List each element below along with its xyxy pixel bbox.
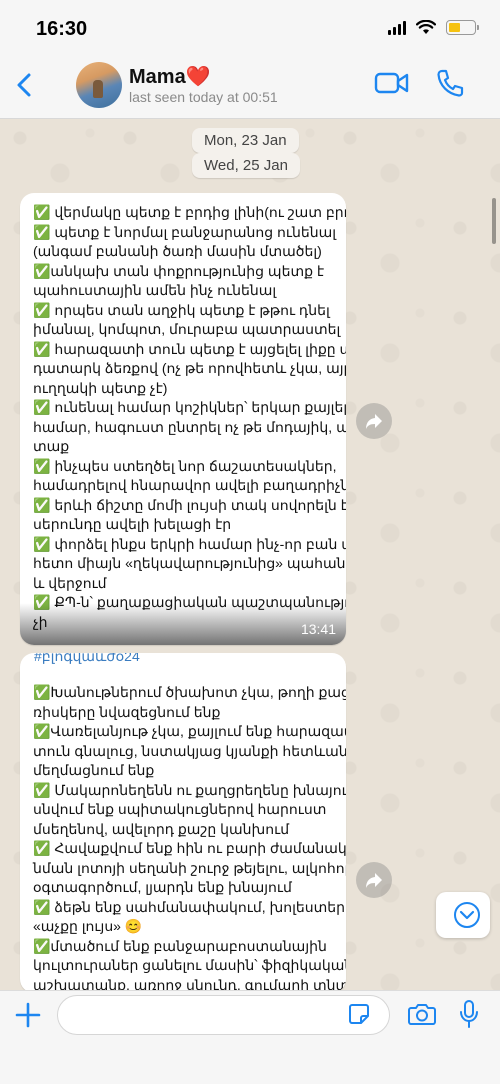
message-line: ✅Վառելանյութ չկա, քայլում ենք հարազատներ…	[33, 723, 346, 739]
message-line: հետո միայն «ղեկավարությունից» պահանջել	[33, 555, 346, 571]
message-line: օգտագործում, լյարդն ենք խնայում	[33, 879, 292, 895]
message-line: տաք	[33, 438, 70, 454]
message-line: ✅ որպես տան աղջիկ պետք է թթու դնել	[33, 301, 330, 318]
battery-icon	[446, 20, 479, 35]
message-line: համադրելով հնարավոր ավելի բաղադրիչները	[33, 477, 346, 493]
message-text: ✅ վերմակը պետք է բրդից լինի(ու շատ բրդից…	[20, 193, 346, 645]
message-line: (անգամ բանանի ծառի մասին մտածել)	[33, 243, 322, 259]
date-separator: Mon, 23 Jan	[192, 128, 299, 153]
message-line: ✅ վերմակը պետք է բրդից լինի(ու շատ բրդից…	[33, 204, 346, 220]
image-preview-overlay	[20, 603, 346, 645]
forward-icon	[366, 414, 382, 429]
message-input[interactable]	[57, 995, 390, 1035]
avatar[interactable]	[76, 62, 122, 108]
message-line: ռիսկերը նվազեցնում ենք	[33, 703, 221, 720]
message-line: ուղղակի պետք չէ)	[33, 379, 168, 396]
message-line: մեղմացնում ենք	[33, 762, 155, 778]
scrollbar[interactable]	[492, 198, 496, 244]
forward-button[interactable]	[356, 862, 392, 898]
message-line: դատարկ ձեռքով (ոչ թե որովհետև չկա, այլ	[33, 360, 346, 376]
contact-name[interactable]: Mama❤️	[129, 64, 211, 89]
message-line: ✅ ինչպես ստեղծել նոր ճաշատեսակներ,	[33, 457, 337, 474]
message-bubble[interactable]: ✅ վերմակը պետք է բրդից լինի(ու շատ բրդից…	[20, 193, 346, 645]
chat-header: Mama❤️ last seen today at 00:51	[0, 58, 500, 119]
message-line: ✅ պետք է նորմալ բանջարանոց ունենալ	[33, 223, 337, 240]
status-time: 16:30	[36, 18, 88, 40]
message-line: ✅մտածում ենք բանջարաբոստանային	[33, 937, 327, 954]
sticker-icon[interactable]	[348, 1003, 370, 1025]
last-seen-status: last seen today at 00:51	[129, 89, 278, 105]
hashtag-link[interactable]: #բլոգվաևժօ24	[34, 653, 140, 665]
message-line: ✅ ձեթն ենք սահմանափակում, խոլեստերինի	[33, 898, 346, 915]
message-line: ✅անկախ տան փոքրությունից պետք է	[33, 262, 325, 279]
message-line: համար, հագուստ ընտրել ոչ թե մոդայիկ, այլ	[33, 418, 346, 435]
message-time: 13:41	[300, 621, 336, 637]
message-line: և վերջում	[33, 574, 107, 591]
scroll-to-bottom-button[interactable]	[436, 892, 490, 938]
cellular-signal-icon	[388, 20, 406, 35]
message-text: ✅Խանութներում ծխախոտ չկա, թողի քացկերի ռի…	[20, 653, 346, 993]
message-line: նման լոտոյի սեղանի շուրջ թեյելու, ալկոհո…	[33, 859, 346, 876]
plus-icon[interactable]	[14, 1001, 42, 1029]
message-line: մսեղենով, ավելորդ քաշը կանխում	[33, 820, 290, 837]
message-line: ✅ Մակարոնեղենն ու քաղցրեղենը խնայում ենք…	[33, 781, 346, 798]
wifi-icon	[416, 20, 436, 34]
message-line: ✅ ունենալ համար կոշիկներ՝ երկար քայլելու	[33, 399, 346, 415]
message-line: պահուստային ամեն ինչ ունենալ	[33, 282, 277, 298]
message-line: տուն գնալուց, նստակյաց կյանքի հետևանքներ…	[33, 742, 346, 759]
phone-call-icon[interactable]	[436, 68, 464, 98]
forward-button[interactable]	[356, 403, 392, 439]
scroll-down-icon	[454, 902, 480, 928]
message-bubble[interactable]: #բլոգվաևժօ24 ✅Խանութներում ծխախոտ չկա, թ…	[20, 653, 346, 993]
status-bar: 16:30	[0, 0, 500, 58]
message-line: ✅ հարազատի տուն պետք է այցելել լիքը սրտո…	[33, 340, 346, 357]
message-line: ✅ Հավաքվում ենք հին ու բարի ժամանակների	[33, 840, 346, 856]
message-line: սերունդը ավելի խելացի էր	[33, 516, 232, 532]
forward-icon	[366, 873, 382, 888]
date-separator: Wed, 25 Jan	[192, 153, 300, 178]
microphone-icon[interactable]	[458, 999, 480, 1029]
message-line: ✅Խանութներում ծխախոտ չկա, թողի քացկերի	[33, 684, 346, 700]
status-icons	[388, 20, 479, 35]
message-line: կուլտուրաներ ցանելու մասին՝ ֆիզիկական	[33, 957, 346, 973]
message-line: սնվում ենք սպիտակուցներով հարուստ	[33, 801, 327, 817]
message-composer	[0, 990, 500, 1084]
back-chevron-icon[interactable]	[10, 70, 40, 100]
message-line: ✅ փորձել ինքս երկրի համար ինչ-որ բան անե…	[33, 535, 346, 552]
message-line: իմանալ, կոմպոտ, մուրաբա պատրաստել	[33, 321, 341, 337]
camera-icon[interactable]	[408, 1002, 436, 1026]
video-call-icon[interactable]	[374, 70, 410, 96]
message-line: ✅ երևի ճիշտը մոմի լույսի տակ սովորելն էր…	[33, 496, 346, 513]
message-line: «աչքը լույս» 😊	[33, 918, 143, 934]
